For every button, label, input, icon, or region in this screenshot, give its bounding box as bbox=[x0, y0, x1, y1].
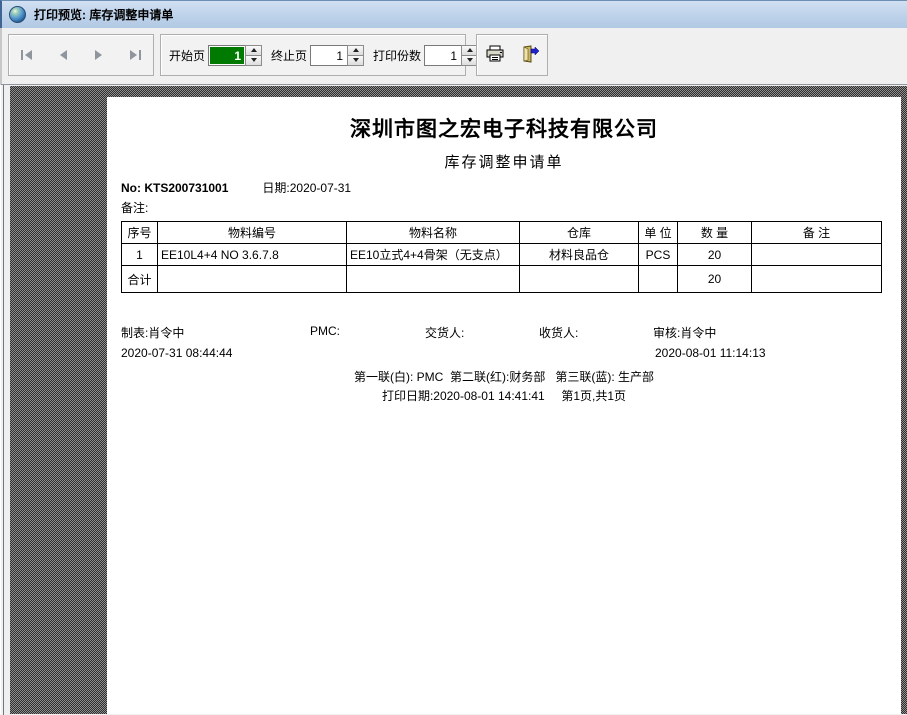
table-total-row: 合计 20 bbox=[121, 265, 882, 293]
header-material-code: 物料编号 bbox=[157, 221, 347, 244]
last-page-icon bbox=[128, 49, 142, 61]
copies-value[interactable]: 1 bbox=[424, 44, 462, 66]
window-titlebar: 打印预览: 库存调整申请单 bbox=[0, 0, 907, 28]
end-page-value[interactable]: 1 bbox=[310, 44, 348, 66]
nav-button-group bbox=[8, 34, 154, 76]
prev-page-button[interactable] bbox=[48, 40, 78, 70]
cell-material-code: EE10L4+4 NO 3.6.7.8 bbox=[157, 243, 347, 266]
down-arrow-icon bbox=[250, 58, 257, 62]
preview-background[interactable]: 深圳市图之宏电子科技有限公司 库存调整申请单 No: KTS200731001 日… bbox=[10, 86, 907, 714]
start-page-value[interactable]: 1 bbox=[208, 44, 246, 66]
total-material-name bbox=[346, 265, 520, 293]
receiver-label: 收货人: bbox=[539, 326, 579, 340]
table-row: 1 EE10L4+4 NO 3.6.7.8 EE10立式4+4骨架（无支点） 材… bbox=[121, 243, 882, 266]
document-title: 库存调整申请单 bbox=[444, 154, 564, 171]
maker-timestamp: 2020-07-31 08:44:44 bbox=[121, 346, 233, 360]
end-page-spinner[interactable]: 1 bbox=[310, 44, 365, 66]
document-page: 深圳市图之宏电子科技有限公司 库存调整申请单 No: KTS200731001 日… bbox=[107, 97, 901, 714]
cell-unit: PCS bbox=[638, 243, 678, 266]
up-arrow-icon bbox=[466, 48, 473, 52]
start-page-up-button[interactable] bbox=[245, 44, 263, 56]
total-warehouse bbox=[519, 265, 639, 293]
prev-page-icon bbox=[57, 49, 69, 61]
company-name: 深圳市图之宏电子科技有限公司 bbox=[350, 118, 658, 141]
items-table: 序号 物料编号 物料名称 仓库 单 位 数 量 备 注 1 EE10L4+4 N… bbox=[121, 221, 882, 293]
document-date: 日期:2020-07-31 bbox=[262, 181, 352, 195]
maker-label: 制表:肖令中 bbox=[121, 326, 185, 340]
start-page-spinner[interactable]: 1 bbox=[208, 44, 263, 66]
printer-icon bbox=[485, 45, 505, 66]
auditor-label: 审核:肖令中 bbox=[653, 326, 717, 340]
audit-timestamp: 2020-08-01 11:14:13 bbox=[655, 346, 766, 360]
preview-border bbox=[3, 85, 4, 715]
end-page-label: 终止页 bbox=[271, 48, 308, 63]
header-qty: 数 量 bbox=[677, 221, 752, 244]
document-number: No: KTS200731001 bbox=[121, 181, 229, 195]
exit-door-icon bbox=[520, 44, 540, 66]
pmc-label: PMC: bbox=[310, 324, 340, 338]
end-page-down-button[interactable] bbox=[347, 55, 365, 66]
total-label: 合计 bbox=[121, 265, 158, 293]
copies-distribution-line: 第一联(白): PMC 第二联(红):财务部 第三联(蓝): 生产部 bbox=[354, 370, 654, 384]
last-page-button[interactable] bbox=[120, 40, 150, 70]
print-date-line: 打印日期:2020-08-01 14:41:41 第1页,共1页 bbox=[381, 389, 627, 403]
toolbar: 开始页 1 终止页 1 打印份数 1 bbox=[0, 28, 907, 84]
total-qty: 20 bbox=[677, 265, 752, 293]
cell-warehouse: 材料良品仓 bbox=[519, 243, 639, 266]
remark-label: 备注: bbox=[121, 201, 149, 215]
deliverer-label: 交货人: bbox=[425, 326, 465, 340]
print-button-group bbox=[476, 34, 548, 76]
window-title: 打印预览: 库存调整申请单 bbox=[34, 8, 174, 22]
header-warehouse: 仓库 bbox=[519, 221, 639, 244]
print-preview-area: 深圳市图之宏电子科技有限公司 库存调整申请单 No: KTS200731001 日… bbox=[0, 84, 907, 715]
copies-spinner[interactable]: 1 bbox=[424, 44, 479, 66]
cell-seq: 1 bbox=[121, 243, 158, 266]
total-material-code bbox=[157, 265, 347, 293]
first-page-icon bbox=[20, 49, 34, 61]
next-page-button[interactable] bbox=[84, 40, 114, 70]
copies-label: 打印份数 bbox=[373, 48, 422, 63]
table-header-row: 序号 物料编号 物料名称 仓库 单 位 数 量 备 注 bbox=[121, 221, 882, 244]
header-material-name: 物料名称 bbox=[346, 221, 520, 244]
app-globe-icon bbox=[9, 6, 26, 23]
page-settings-group: 开始页 1 终止页 1 打印份数 1 bbox=[160, 34, 479, 76]
start-page-label: 开始页 bbox=[169, 48, 206, 63]
cell-material-name: EE10立式4+4骨架（无支点） bbox=[346, 243, 520, 266]
down-arrow-icon bbox=[466, 58, 473, 62]
cell-qty: 20 bbox=[677, 243, 752, 266]
exit-button[interactable] bbox=[515, 40, 545, 70]
down-arrow-icon bbox=[352, 58, 359, 62]
up-arrow-icon bbox=[250, 48, 257, 52]
print-button[interactable] bbox=[480, 40, 510, 70]
next-page-icon bbox=[93, 49, 105, 61]
first-page-button[interactable] bbox=[12, 40, 42, 70]
total-remark bbox=[751, 265, 882, 293]
header-seq: 序号 bbox=[121, 221, 158, 244]
up-arrow-icon bbox=[352, 48, 359, 52]
header-unit: 单 位 bbox=[638, 221, 678, 244]
end-page-up-button[interactable] bbox=[347, 44, 365, 56]
document-number-line: No: KTS200731001 日期:2020-07-31 bbox=[121, 179, 351, 196]
header-remark: 备 注 bbox=[751, 221, 882, 244]
total-unit bbox=[638, 265, 678, 293]
cell-remark bbox=[751, 243, 882, 266]
start-page-down-button[interactable] bbox=[245, 55, 263, 66]
